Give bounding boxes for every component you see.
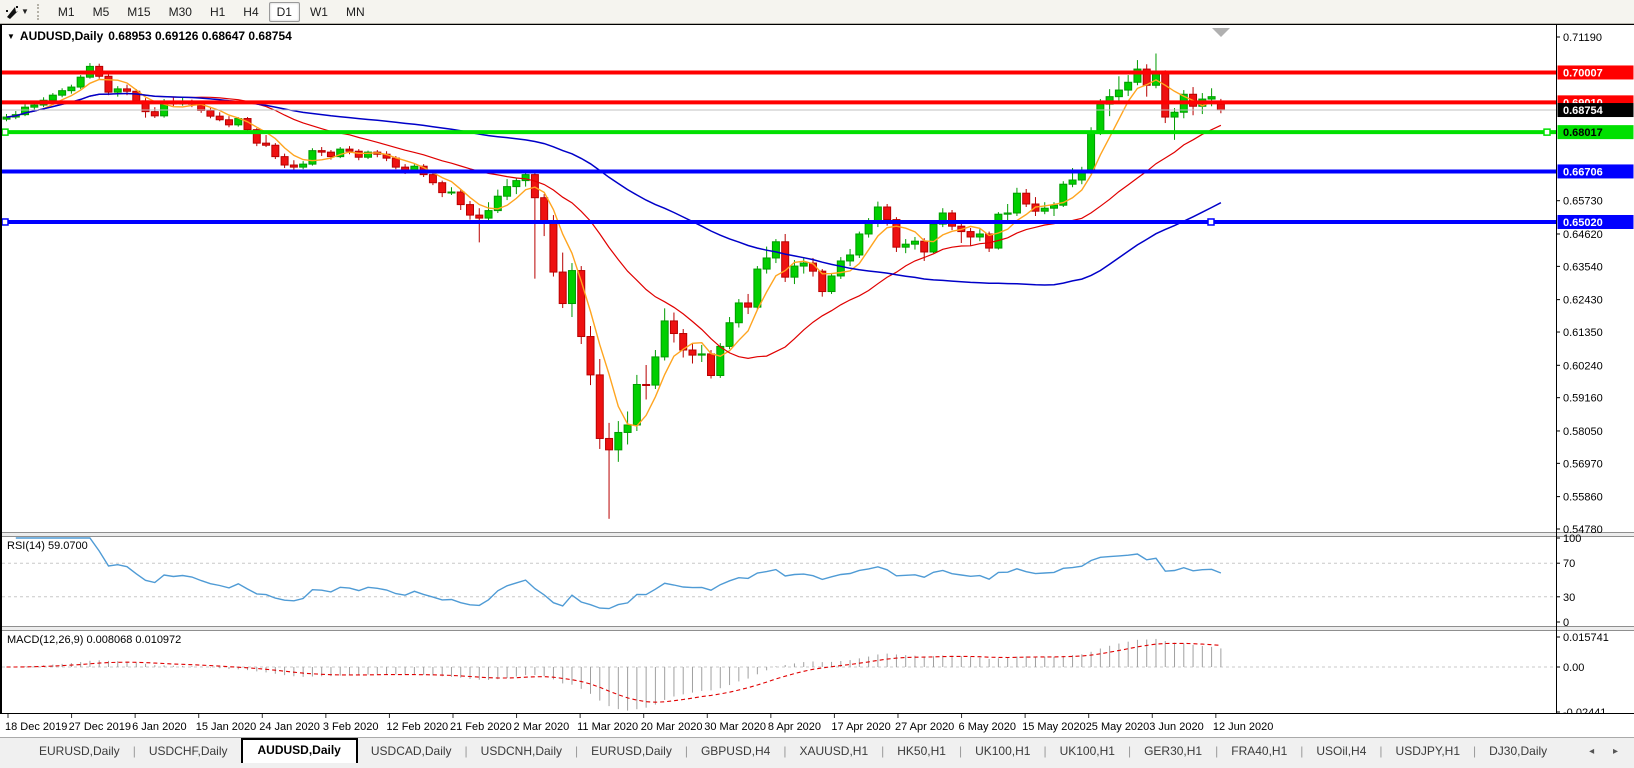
ma-slow-line — [7, 94, 1221, 286]
chart-cursor-icon[interactable] — [4, 4, 20, 20]
svg-text:0.58050: 0.58050 — [1563, 426, 1603, 438]
timeframe-button-m15[interactable]: M15 — [119, 2, 158, 22]
chart-tab-eurusd-daily[interactable]: EURUSD,Daily — [26, 740, 133, 763]
timeframe-button-m1[interactable]: M1 — [50, 2, 83, 22]
macd-histogram — [7, 639, 1221, 711]
date-label: 27 Dec 2019 — [69, 721, 131, 733]
price-tag-text: 0.66706 — [1563, 166, 1603, 178]
date-label: 17 Apr 2020 — [831, 721, 890, 733]
rsi-level-lines — [2, 563, 1556, 597]
hline-handle[interactable] — [1544, 129, 1550, 135]
chart-shift-marker-icon[interactable] — [1212, 28, 1230, 37]
date-label: 6 May 2020 — [959, 721, 1016, 733]
chart-tab-eurusd-daily[interactable]: EURUSD,Daily — [578, 740, 685, 763]
horizontal-lines: 0.700070.690100.687540.680170.667060.650… — [2, 65, 1634, 229]
timeframe-button-w1[interactable]: W1 — [302, 2, 336, 22]
chevron-down-icon[interactable]: ▼ — [21, 7, 29, 16]
hline-handle[interactable] — [2, 129, 8, 135]
macd-axis-label: 0.00 — [1563, 662, 1584, 674]
timeframe-button-h1[interactable]: H1 — [202, 2, 233, 22]
macd-signal-line — [7, 643, 1221, 702]
date-label: 15 May 2020 — [1022, 721, 1086, 733]
chart-tab-bar: EURUSD,Daily|USDCHF,DailyAUDUSD,DailyUSD… — [0, 737, 1634, 763]
date-label: 18 Dec 2019 — [5, 721, 67, 733]
chart-tabs: EURUSD,Daily|USDCHF,DailyAUDUSD,DailyUSD… — [26, 738, 1560, 763]
chart-tab-usdchf-daily[interactable]: USDCHF,Daily — [136, 740, 241, 763]
chart-ohlc-values: 0.68953 0.69126 0.68647 0.68754 — [108, 29, 292, 43]
date-label: 12 Feb 2020 — [386, 721, 448, 733]
rsi-axis-label: 30 — [1563, 592, 1575, 604]
timeframe-button-mn[interactable]: MN — [338, 2, 373, 22]
macd-axis-label: 0.015741 — [1563, 632, 1609, 644]
date-label: 3 Feb 2020 — [323, 721, 379, 733]
date-label: 21 Feb 2020 — [450, 721, 512, 733]
mt4-window: { "toolbar": { "tool_icon": "chart-curso… — [0, 0, 1634, 768]
date-label: 27 Apr 2020 — [895, 721, 954, 733]
chart-tab-usdjpy-h1[interactable]: USDJPY,H1 — [1383, 740, 1473, 763]
chart-tab-dj30-daily[interactable]: DJ30,Daily — [1476, 740, 1560, 763]
macd-indicator-label: MACD(12,26,9) 0.008068 0.010972 — [7, 634, 181, 646]
price-tag-text: 0.68754 — [1563, 105, 1604, 117]
timeframe-buttons: M1M5M15M30H1H4D1W1MN — [49, 3, 374, 21]
timeframe-button-h4[interactable]: H4 — [235, 2, 266, 22]
svg-text:0.62430: 0.62430 — [1563, 295, 1603, 307]
chart-window[interactable]: 0.700070.690100.687540.680170.667060.650… — [0, 24, 1634, 737]
chart-tab-fra40-h1[interactable]: FRA40,H1 — [1218, 740, 1300, 763]
hline-handle[interactable] — [2, 219, 8, 225]
rsi-axis-label: 100 — [1563, 533, 1581, 545]
chart-tab-usoil-h4[interactable]: USOil,H4 — [1303, 740, 1379, 763]
date-label: 2 Mar 2020 — [514, 721, 570, 733]
rsi-axis-label: 70 — [1563, 558, 1575, 570]
date-label: 25 May 2020 — [1086, 721, 1150, 733]
date-label: 8 Apr 2020 — [768, 721, 821, 733]
chart-tab-usdcad-daily[interactable]: USDCAD,Daily — [358, 740, 465, 763]
svg-text:0.61350: 0.61350 — [1563, 327, 1603, 339]
chart-title: ▼ AUDUSD,Daily 0.68953 0.69126 0.68647 0… — [7, 29, 292, 43]
candles — [3, 53, 1224, 518]
date-label: 6 Jan 2020 — [132, 721, 186, 733]
price-tag-text: 0.70007 — [1563, 67, 1603, 79]
date-label: 30 Mar 2020 — [704, 721, 766, 733]
timeframe-toolbar: ▼ M1M5M15M30H1H4D1W1MN — [0, 0, 1634, 24]
chart-tab-audusd-daily[interactable]: AUDUSD,Daily — [241, 738, 358, 763]
date-label: 12 Jun 2020 — [1213, 721, 1274, 733]
date-label: 20 Mar 2020 — [641, 721, 703, 733]
chart-tab-gbpusd-h4[interactable]: GBPUSD,H4 — [688, 740, 783, 763]
date-label: 3 Jun 2020 — [1149, 721, 1203, 733]
svg-text:0.55860: 0.55860 — [1563, 492, 1603, 504]
svg-text:0.59160: 0.59160 — [1563, 393, 1603, 405]
date-label: 24 Jan 2020 — [259, 721, 320, 733]
chart-title-dropdown-icon[interactable]: ▼ — [7, 32, 15, 41]
price-tag-text: 0.68017 — [1563, 127, 1603, 139]
rsi-indicator-label: RSI(14) 59.0700 — [7, 540, 88, 552]
timeframe-button-m30[interactable]: M30 — [161, 2, 200, 22]
date-axis[interactable]: 18 Dec 201927 Dec 20196 Jan 2020 15 Jan 2… — [0, 714, 1634, 738]
svg-text:0.56970: 0.56970 — [1563, 458, 1603, 470]
svg-text:0.65730: 0.65730 — [1563, 196, 1603, 208]
toolbar-grip — [37, 4, 41, 20]
timeframe-button-m5[interactable]: M5 — [85, 2, 118, 22]
svg-text:0.60240: 0.60240 — [1563, 360, 1603, 372]
chart-tab-usdcnh-daily[interactable]: USDCNH,Daily — [468, 740, 575, 763]
rsi-line — [16, 538, 1221, 609]
rsi-axis-label: 0 — [1563, 617, 1569, 629]
price-tag-text: 0.65020 — [1563, 217, 1603, 229]
chart-tab-xauusd-h1[interactable]: XAUUSD,H1 — [786, 740, 881, 763]
svg-text:0.63540: 0.63540 — [1563, 261, 1603, 273]
chart-tab-uk100-h1[interactable]: UK100,H1 — [1047, 740, 1128, 763]
timeframe-button-d1[interactable]: D1 — [269, 2, 300, 22]
chart-canvas[interactable]: 0.700070.690100.687540.680170.667060.650… — [0, 24, 1634, 737]
chart-tab-ger30-h1[interactable]: GER30,H1 — [1131, 740, 1215, 763]
chart-tab-hk50-h1[interactable]: HK50,H1 — [884, 740, 959, 763]
svg-text:0.71190: 0.71190 — [1563, 32, 1602, 44]
svg-text:0.64620: 0.64620 — [1563, 229, 1603, 241]
chart-tab-uk100-h1[interactable]: UK100,H1 — [962, 740, 1043, 763]
date-label: 11 Mar 2020 — [577, 721, 638, 733]
status-strip — [0, 763, 1634, 768]
date-label: 15 Jan 2020 — [196, 721, 257, 733]
hline-handle[interactable] — [1208, 219, 1214, 225]
tab-scroll-arrows[interactable]: ◂ ▸ — [1589, 746, 1626, 757]
chart-symbol-period: AUDUSD,Daily — [20, 29, 103, 43]
